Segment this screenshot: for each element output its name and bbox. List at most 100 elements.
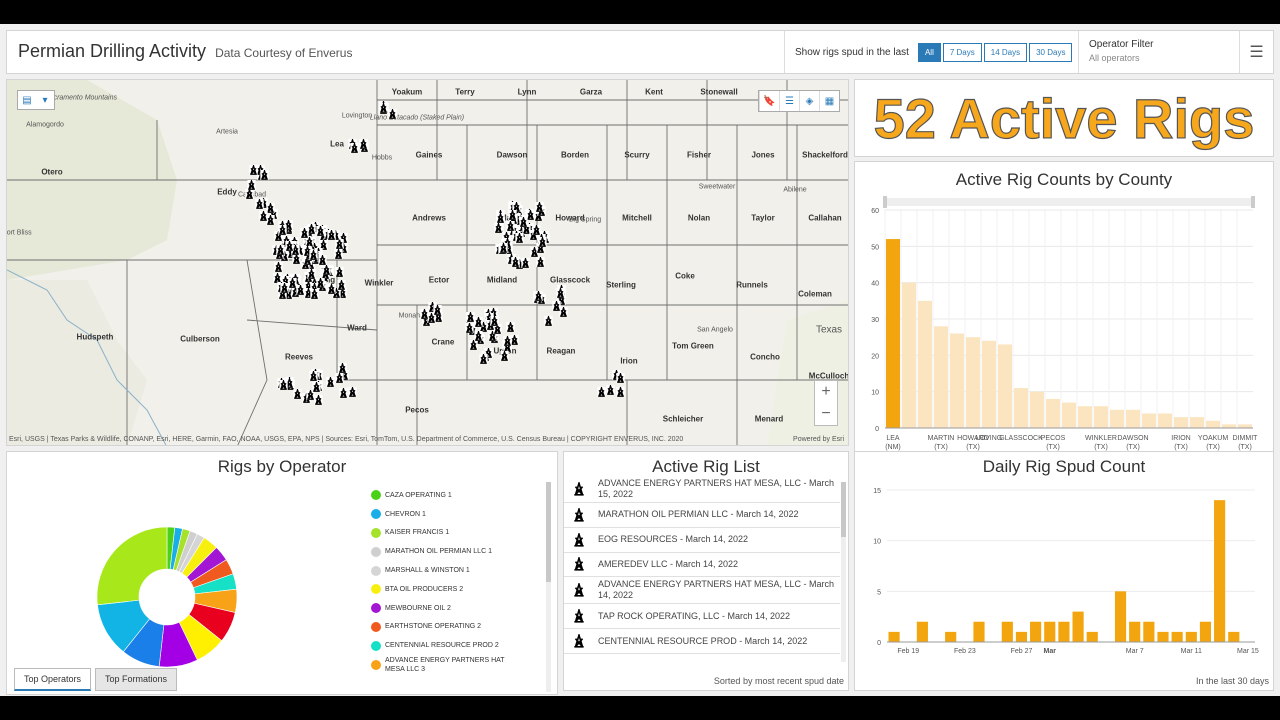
- rig-marker-icon[interactable]: [490, 315, 500, 326]
- spud-bar[interactable]: [888, 631, 900, 642]
- county-bar[interactable]: [1126, 409, 1140, 428]
- rig-marker-icon[interactable]: [339, 387, 349, 398]
- rig-marker-icon[interactable]: [534, 201, 544, 212]
- rig-list-item[interactable]: CENTENNIAL RESOURCE PROD - March 14, 202…: [564, 629, 840, 654]
- basemap-gallery-icon[interactable]: ▦: [819, 91, 839, 111]
- rig-marker-icon[interactable]: [326, 377, 335, 388]
- rig-list-item[interactable]: ADVANCE ENERGY PARTNERS HAT MESA, LLC - …: [564, 577, 840, 605]
- legend-item[interactable]: KAISER FRANCIS 1: [371, 524, 525, 543]
- county-bar[interactable]: [982, 340, 996, 428]
- donut-slice[interactable]: [96, 526, 168, 606]
- legend-item[interactable]: ADVANCE ENERGY PARTNERS HAT MESA LLC 3: [371, 655, 525, 674]
- spud-bar[interactable]: [1058, 621, 1070, 642]
- rig-marker-icon[interactable]: [500, 351, 509, 362]
- list-icon[interactable]: ☰: [779, 91, 799, 111]
- rig-marker-icon[interactable]: [474, 331, 483, 342]
- powered-by-esri[interactable]: Powered by Esri: [793, 436, 844, 443]
- county-bar[interactable]: [1078, 406, 1092, 428]
- rig-marker-icon[interactable]: [534, 291, 543, 302]
- county-bar[interactable]: [1046, 398, 1060, 428]
- rig-marker-icon[interactable]: [293, 389, 302, 400]
- rig-marker-icon[interactable]: [274, 262, 283, 273]
- spud-bar[interactable]: [1185, 631, 1197, 642]
- county-bar[interactable]: [886, 239, 900, 428]
- rig-marker-icon[interactable]: [327, 229, 336, 240]
- rig-marker-icon[interactable]: [280, 282, 290, 293]
- spud-bar[interactable]: [1015, 631, 1028, 642]
- spud-bar[interactable]: [1001, 621, 1013, 642]
- county-bar[interactable]: [1158, 413, 1172, 428]
- rig-marker-icon[interactable]: [327, 284, 336, 295]
- rig-marker-icon[interactable]: [244, 189, 254, 200]
- legend-item[interactable]: MARATHON OIL PERMIAN LLC 1: [371, 542, 525, 561]
- rig-marker-icon[interactable]: [291, 254, 301, 265]
- county-bar[interactable]: [918, 300, 932, 428]
- range-slider-handle-right[interactable]: [1251, 196, 1255, 208]
- rig-marker-icon[interactable]: [349, 142, 359, 153]
- rig-marker-icon[interactable]: [309, 371, 318, 382]
- spud-bar[interactable]: [1072, 611, 1084, 642]
- day-option-0[interactable]: All: [917, 42, 941, 62]
- county-bar[interactable]: [1094, 406, 1108, 428]
- rig-marker-icon[interactable]: [496, 212, 505, 223]
- legend-item[interactable]: MARSHALL & WINSTON 1: [371, 561, 525, 580]
- rig-marker-icon[interactable]: [247, 180, 256, 191]
- layers-icon[interactable]: ◈: [799, 91, 819, 111]
- county-bar[interactable]: [1206, 420, 1220, 428]
- county-bar[interactable]: [1110, 409, 1124, 428]
- rig-marker-icon[interactable]: [318, 254, 327, 265]
- rig-marker-icon[interactable]: [305, 236, 314, 247]
- spud-bar[interactable]: [1086, 631, 1098, 642]
- spud-bar[interactable]: [1044, 621, 1056, 642]
- county-bar[interactable]: [1030, 391, 1044, 428]
- rig-marker-icon[interactable]: [300, 227, 309, 238]
- legend-item[interactable]: CENTENNIAL RESOURCE PROD 2: [371, 636, 525, 655]
- county-bar[interactable]: [902, 282, 916, 428]
- spud-bar[interactable]: [1199, 621, 1212, 642]
- rig-marker-icon[interactable]: [464, 322, 474, 333]
- legend-scrollbar-thumb[interactable]: [546, 482, 551, 582]
- rig-marker-icon[interactable]: [479, 353, 488, 364]
- rig-marker-icon[interactable]: [359, 139, 369, 150]
- rig-marker-icon[interactable]: [468, 340, 478, 351]
- day-option-2[interactable]: 14 Days: [983, 42, 1028, 62]
- rig-marker-icon[interactable]: [316, 226, 325, 237]
- spud-bar-chart[interactable]: 0 5 10 15 Feb 19 Feb 23 Feb 27 Mar Mar 7 Mar 11 Ma…: [855, 482, 1274, 672]
- rig-marker-icon[interactable]: [538, 237, 547, 248]
- spud-bar[interactable]: [973, 621, 985, 642]
- county-bar[interactable]: [1062, 402, 1076, 428]
- chevron-down-icon[interactable]: ▾: [36, 91, 54, 109]
- operator-filter-value[interactable]: All operators: [1089, 53, 1233, 63]
- rig-marker-icon[interactable]: [556, 287, 565, 298]
- rig-marker-icon[interactable]: [335, 372, 344, 383]
- rig-marker-icon[interactable]: [521, 257, 531, 268]
- rig-marker-icon[interactable]: [249, 165, 258, 176]
- spud-bar[interactable]: [1228, 631, 1240, 642]
- rig-marker-icon[interactable]: [615, 373, 625, 384]
- rig-marker-icon[interactable]: [552, 301, 561, 312]
- county-bar[interactable]: [966, 337, 980, 428]
- rig-list-item[interactable]: TAP ROCK OPERATING, LLC - March 14, 2022: [564, 604, 840, 630]
- rig-marker-icon[interactable]: [536, 256, 545, 267]
- legend-scrollbar[interactable]: [546, 482, 551, 692]
- rig-marker-icon[interactable]: [348, 386, 357, 397]
- legend-item[interactable]: EARTHSTONE OPERATING 2: [371, 618, 525, 637]
- county-bar[interactable]: [1142, 413, 1156, 428]
- rig-marker-icon[interactable]: [307, 269, 316, 280]
- zoom-in-button[interactable]: +: [815, 381, 837, 403]
- rig-list-scrollbar[interactable]: [841, 482, 846, 662]
- rig-list-scrollbar-thumb[interactable]: [841, 482, 846, 537]
- rig-marker-icon[interactable]: [508, 209, 517, 220]
- spud-bar[interactable]: [1114, 591, 1127, 642]
- county-bar[interactable]: [1238, 424, 1252, 428]
- spud-bar[interactable]: [1157, 631, 1169, 642]
- layer-list-icon[interactable]: ▤: [18, 91, 36, 109]
- rig-marker-icon[interactable]: [334, 249, 343, 260]
- rig-marker-icon[interactable]: [503, 335, 512, 346]
- county-bar[interactable]: [950, 333, 964, 428]
- rig-list-item[interactable]: AMEREDEV LLC - March 14, 2022: [564, 553, 840, 578]
- range-slider-track[interactable]: [885, 198, 1253, 206]
- legend-item[interactable]: BTA OIL PRODUCERS 2: [371, 580, 525, 599]
- rig-marker-icon[interactable]: [279, 379, 288, 390]
- rig-marker-icon[interactable]: [337, 362, 347, 373]
